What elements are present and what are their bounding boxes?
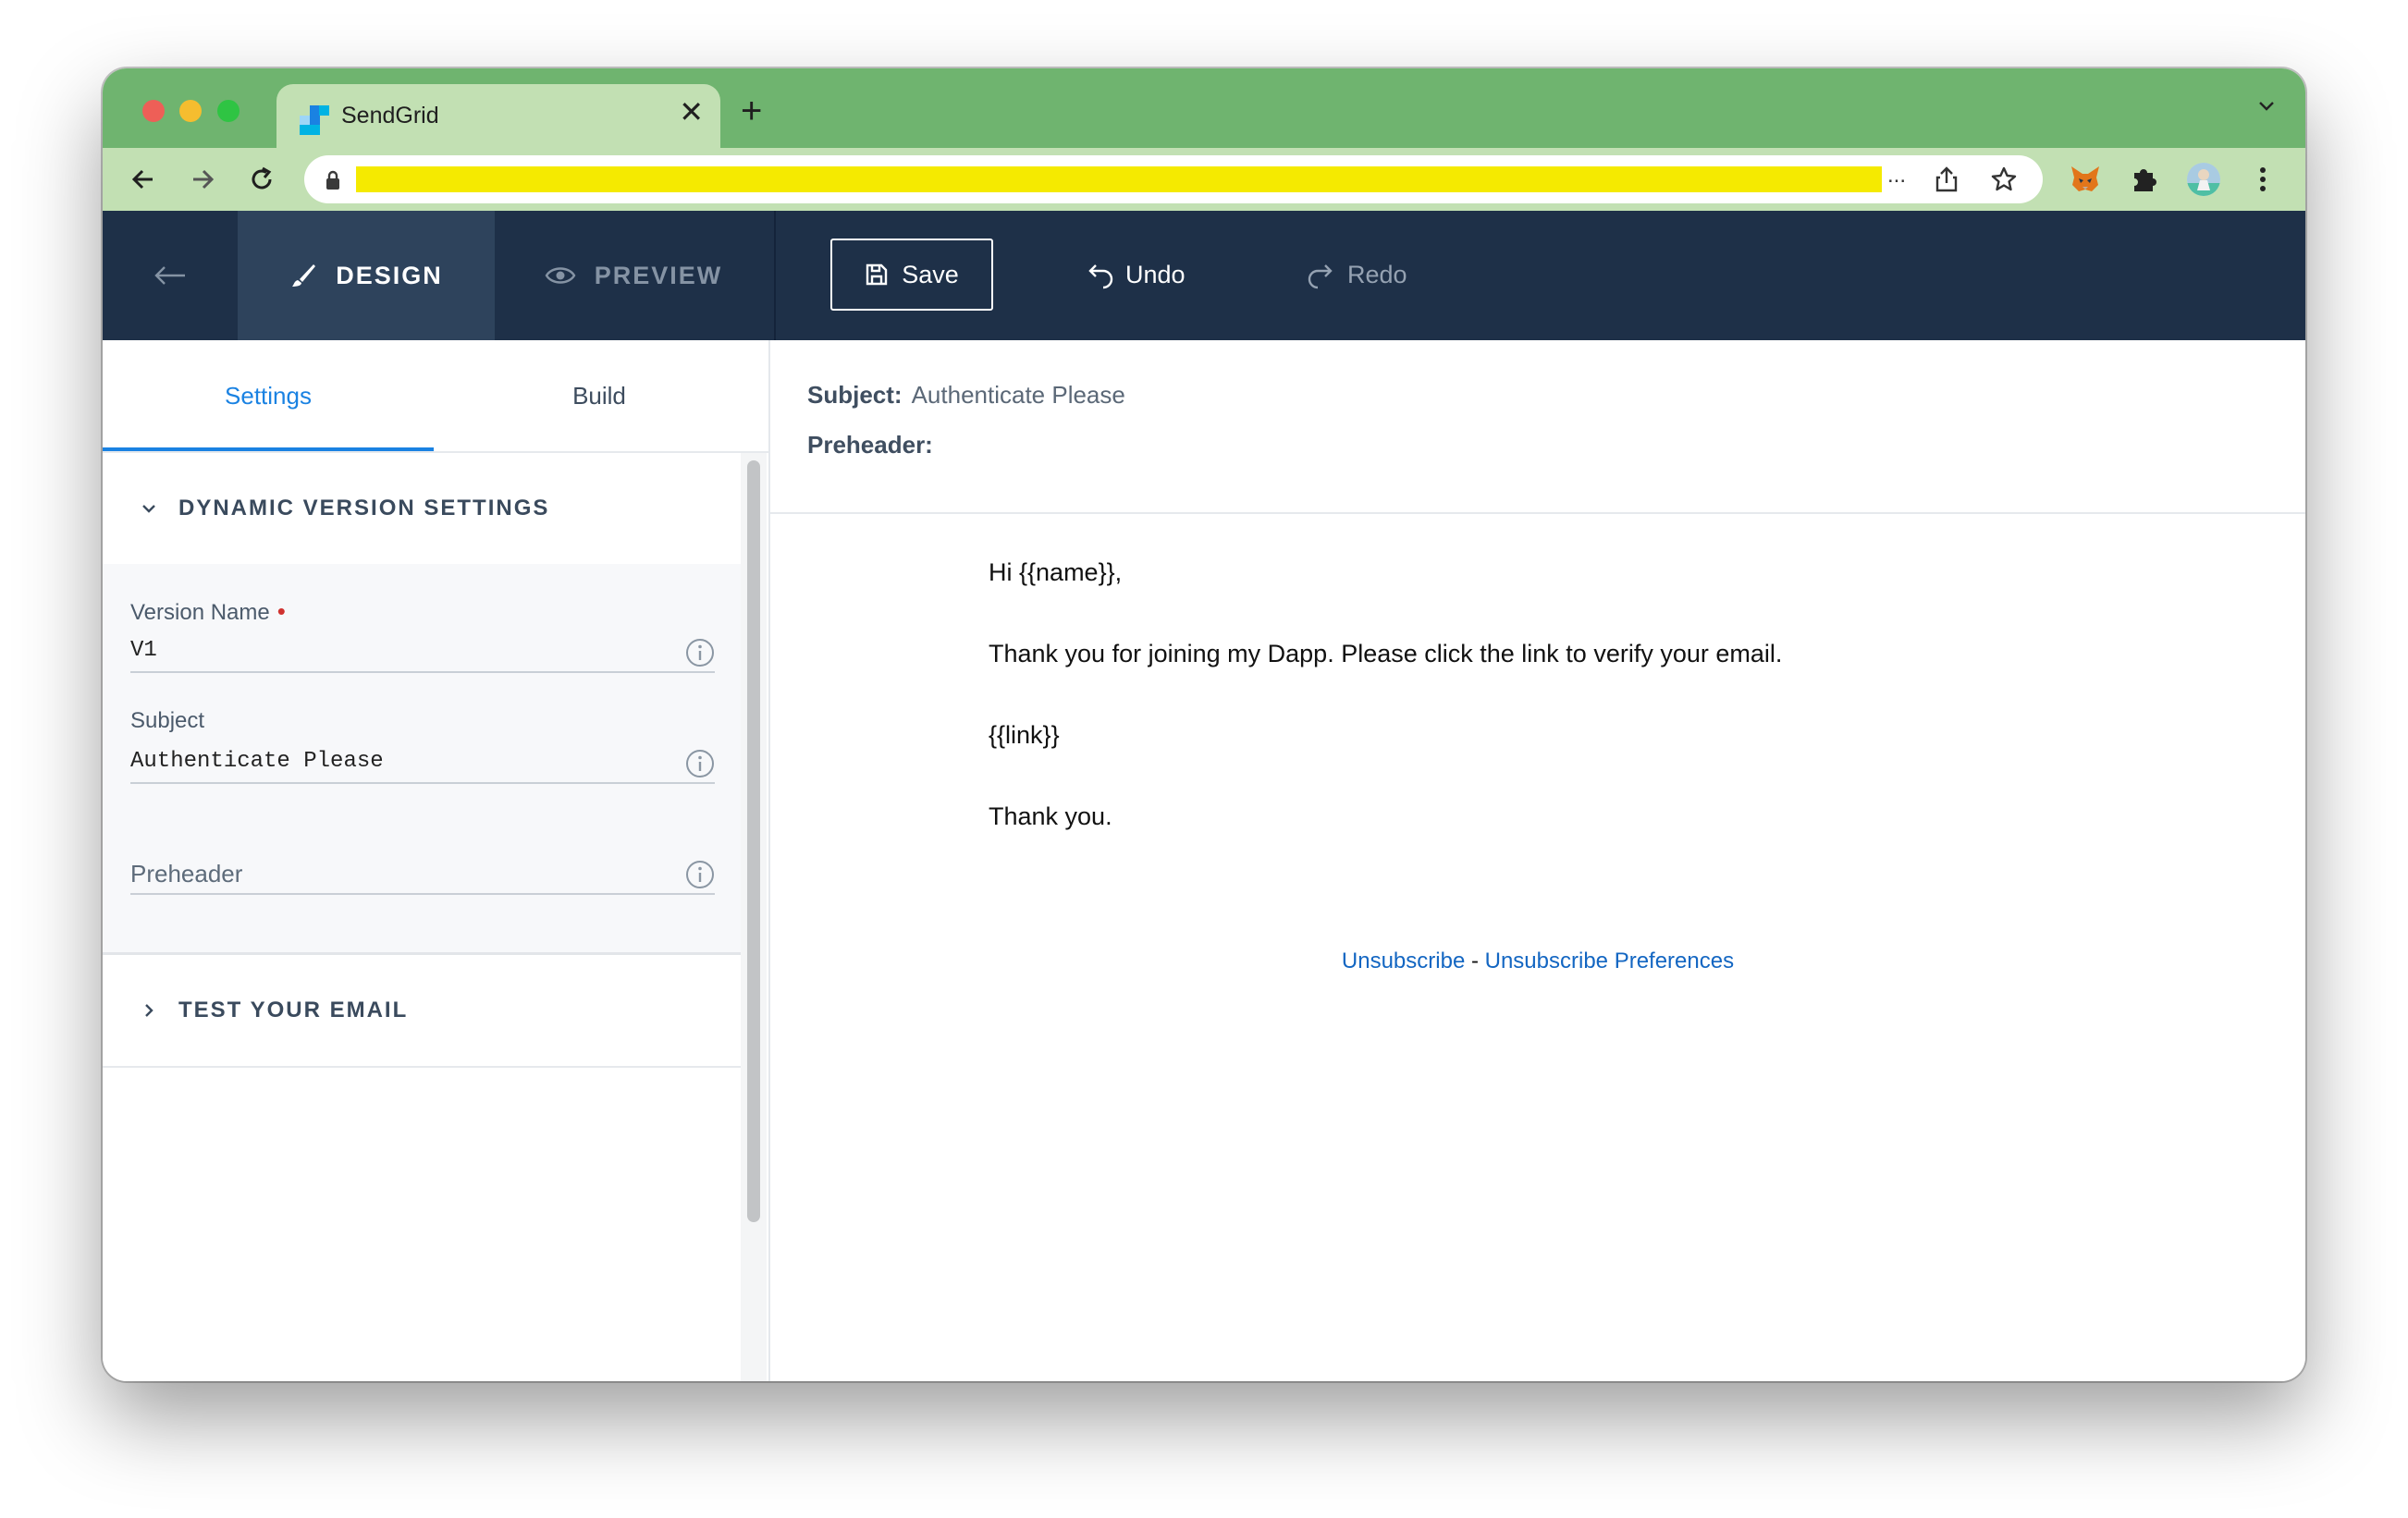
bookmark-star-icon[interactable] bbox=[1989, 165, 2019, 194]
save-label: Save bbox=[902, 260, 959, 288]
preheader-meta-label: Preheader: bbox=[807, 431, 933, 459]
reload-icon[interactable] bbox=[241, 159, 282, 200]
tab-settings[interactable]: Settings bbox=[103, 340, 434, 451]
email-link-placeholder: {{link}} bbox=[989, 721, 1060, 749]
metamask-fox-icon[interactable] bbox=[2069, 163, 2102, 196]
share-icon[interactable] bbox=[1932, 165, 1961, 194]
version-name-label: Version Name • bbox=[130, 597, 286, 625]
preheader-underline bbox=[130, 893, 715, 895]
chevron-down-icon bbox=[142, 505, 155, 513]
email-signoff: Thank you. bbox=[989, 802, 1112, 830]
version-name-input[interactable]: V1 bbox=[130, 638, 157, 663]
test-your-email-title: TEST YOUR EMAIL bbox=[178, 998, 409, 1022]
header-divider bbox=[774, 211, 776, 340]
version-name-info-icon[interactable] bbox=[685, 638, 715, 667]
left-arrow-icon bbox=[154, 266, 185, 285]
version-name-field: Version Name • V1 bbox=[130, 590, 715, 686]
subject-meta-label: Subject: bbox=[807, 381, 903, 409]
browser-toolbar: ... bbox=[103, 148, 2305, 211]
undo-label: Undo bbox=[1125, 260, 1186, 288]
required-indicator: • bbox=[276, 597, 286, 625]
redo-icon bbox=[1308, 264, 1333, 289]
browser-menu-kebab-icon[interactable] bbox=[2246, 163, 2279, 196]
settings-scrollbar-thumb[interactable] bbox=[747, 460, 760, 1222]
preheader-input[interactable]: Preheader bbox=[130, 860, 242, 888]
preheader-info-icon[interactable] bbox=[685, 860, 715, 889]
save-button[interactable]: Save bbox=[830, 239, 993, 311]
back-arrow-icon[interactable] bbox=[123, 159, 164, 200]
tab-title: SendGrid bbox=[341, 103, 439, 129]
preheader-row: Preheader: bbox=[807, 431, 942, 459]
unsubscribe-preferences-link[interactable]: Unsubscribe Preferences bbox=[1485, 949, 1734, 973]
preheader-field: Preheader bbox=[130, 812, 715, 908]
chevron-right-icon bbox=[145, 1004, 154, 1017]
extensions-puzzle-icon[interactable] bbox=[2128, 163, 2161, 196]
version-settings-fields: Version Name • V1 Subject Authenticate Pl… bbox=[103, 564, 741, 955]
undo-button[interactable]: Undo bbox=[1083, 239, 1186, 311]
subject-label: Subject bbox=[130, 708, 205, 733]
forward-arrow-icon[interactable] bbox=[182, 159, 223, 200]
save-floppy-icon bbox=[866, 263, 888, 286]
dynamic-version-settings-header[interactable]: DYNAMIC VERSION SETTINGS bbox=[103, 453, 741, 566]
preview-mode-label: PREVIEW bbox=[594, 261, 723, 289]
design-mode-label: DESIGN bbox=[336, 261, 443, 289]
footer-separator: - bbox=[1465, 949, 1485, 973]
browser-window: SendGrid ✕ + ... DESIGN PREVIEW Save Und… bbox=[103, 68, 2305, 1381]
dynamic-version-settings-title: DYNAMIC VERSION SETTINGS bbox=[178, 496, 550, 520]
subject-row: Subject: Authenticate Please bbox=[807, 381, 1125, 410]
maximize-window-button[interactable] bbox=[217, 100, 240, 122]
subject-info-icon[interactable] bbox=[685, 749, 715, 778]
editor-back-button[interactable] bbox=[103, 211, 238, 340]
preview-meta-divider bbox=[770, 512, 2305, 514]
tab-close-icon[interactable]: ✕ bbox=[679, 97, 704, 127]
subject-input[interactable]: Authenticate Please bbox=[130, 749, 384, 774]
email-preview-panel: Subject: Authenticate Please Preheader: H… bbox=[770, 340, 2305, 1381]
browser-tab-strip: SendGrid ✕ + bbox=[103, 68, 2305, 149]
undo-icon bbox=[1088, 264, 1113, 289]
email-footer: Unsubscribe - Unsubscribe Preferences bbox=[770, 949, 2305, 974]
tab-build[interactable]: Build bbox=[434, 340, 765, 451]
subject-underline bbox=[130, 782, 715, 784]
test-your-email-header[interactable]: TEST YOUR EMAIL bbox=[103, 955, 741, 1068]
url-ellipsis: ... bbox=[1887, 163, 1907, 188]
minimize-window-button[interactable] bbox=[179, 100, 202, 122]
url-redaction bbox=[356, 166, 1882, 192]
email-body-text: Thank you for joining my Dapp. Please cl… bbox=[989, 640, 1783, 667]
redo-button[interactable]: Redo bbox=[1305, 239, 1407, 311]
close-window-button[interactable] bbox=[142, 100, 165, 122]
subject-field: Subject Authenticate Please bbox=[130, 701, 715, 797]
address-bar[interactable]: ... bbox=[304, 155, 2043, 203]
eye-icon bbox=[545, 267, 576, 284]
preview-mode-tab[interactable]: PREVIEW bbox=[495, 211, 772, 340]
redo-label: Redo bbox=[1347, 260, 1407, 288]
sendgrid-logo-icon bbox=[300, 105, 329, 135]
unsubscribe-link[interactable]: Unsubscribe bbox=[1342, 949, 1465, 973]
subject-meta-value: Authenticate Please bbox=[911, 381, 1125, 409]
profile-avatar[interactable] bbox=[2187, 163, 2220, 196]
lock-icon bbox=[325, 170, 341, 195]
new-tab-button[interactable]: + bbox=[741, 92, 762, 129]
email-greeting: Hi {{name}}, bbox=[989, 558, 1123, 586]
design-mode-tab[interactable]: DESIGN bbox=[238, 211, 495, 340]
tab-search-chevron-icon[interactable] bbox=[2255, 94, 2278, 121]
version-name-underline bbox=[130, 671, 715, 673]
editor-header: DESIGN PREVIEW Save Undo Redo bbox=[103, 211, 2305, 340]
settings-panel: Settings Build DYNAMIC VERSION SETTINGS … bbox=[103, 340, 768, 1381]
brush-icon bbox=[292, 264, 316, 287]
browser-tab-sendgrid[interactable]: SendGrid ✕ bbox=[276, 84, 720, 149]
